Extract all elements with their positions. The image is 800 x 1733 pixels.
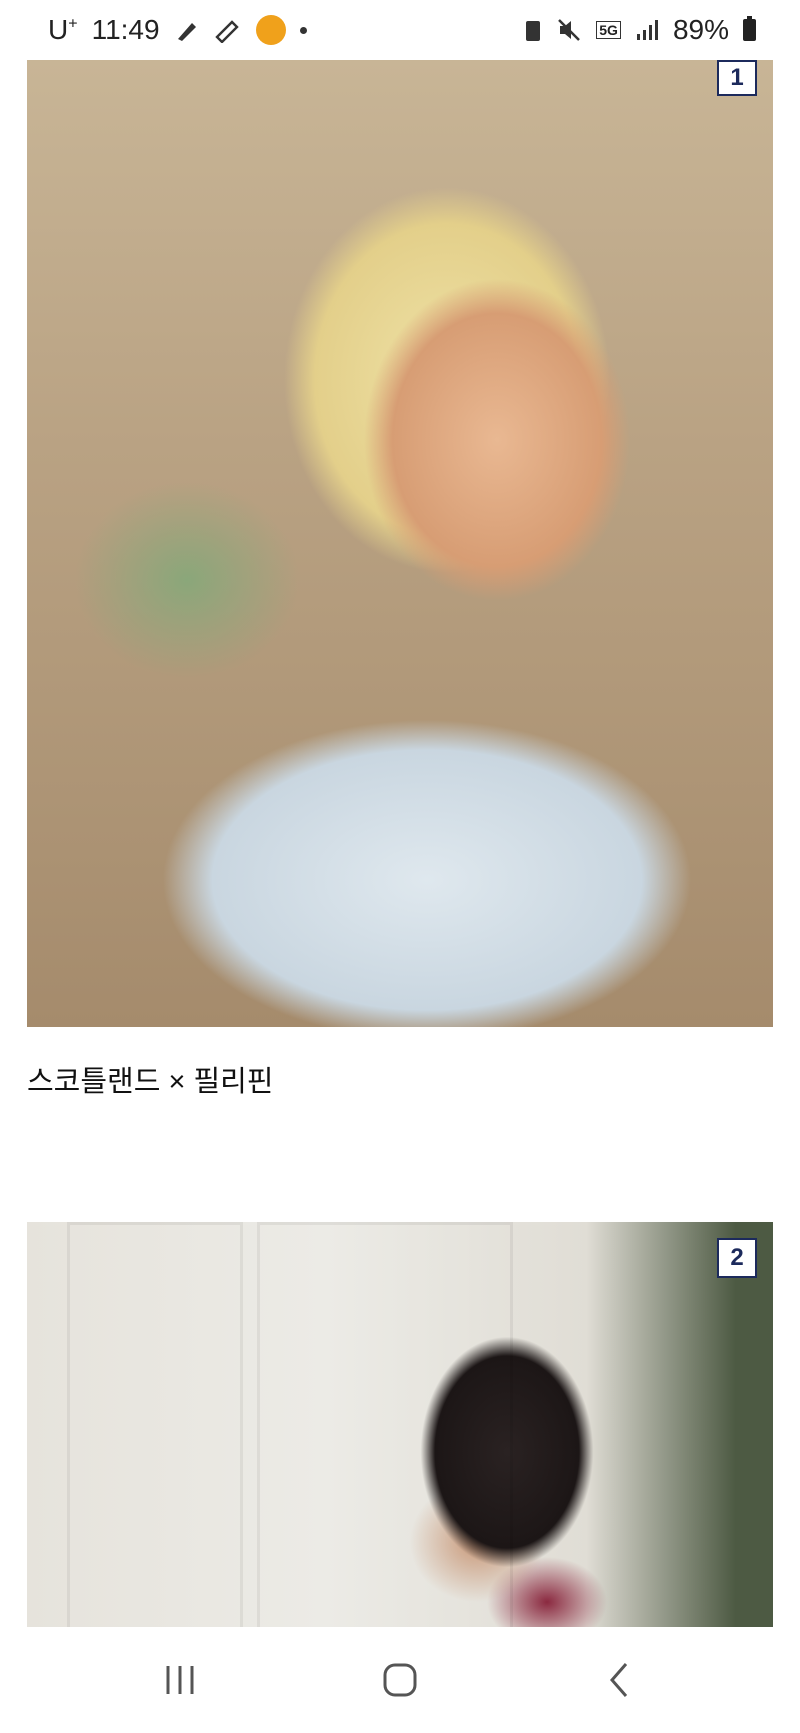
photo-number-badge: 2 xyxy=(717,1238,757,1278)
door-panel xyxy=(257,1222,513,1627)
carrier-sup: + xyxy=(68,15,78,33)
battery-icon xyxy=(743,16,756,41)
photo-number-badge: 1 xyxy=(717,60,757,96)
clock: 11:49 xyxy=(91,14,160,45)
battery-percent: 89% xyxy=(672,14,729,45)
mute-icon xyxy=(556,17,582,43)
status-right: 5G 89% xyxy=(524,14,756,46)
network-type-icon: 5G xyxy=(596,21,621,39)
more-notifications-dot xyxy=(299,26,307,34)
battery-saver-icon xyxy=(524,18,542,42)
carrier-text: U xyxy=(48,14,69,45)
signal-icon xyxy=(635,18,659,42)
recent-apps-icon[interactable] xyxy=(135,1645,225,1715)
carrier-label: U+ xyxy=(48,14,78,46)
post-photo-2[interactable]: 2 xyxy=(27,1222,773,1627)
home-icon[interactable] xyxy=(355,1645,445,1715)
status-bar: U+ 11:49 5G 89% xyxy=(0,0,800,60)
door-panel xyxy=(67,1222,243,1627)
status-left: U+ 11:49 xyxy=(48,14,307,46)
photo-caption: 스코틀랜드 × 필리핀 xyxy=(27,1066,274,1098)
system-nav-bar xyxy=(0,1627,800,1733)
back-icon[interactable] xyxy=(575,1645,665,1715)
post-photo-1[interactable]: 1 xyxy=(27,60,773,1027)
app-notification-icon xyxy=(255,15,286,45)
pen-icon xyxy=(174,17,200,43)
edit-icon xyxy=(214,17,242,43)
